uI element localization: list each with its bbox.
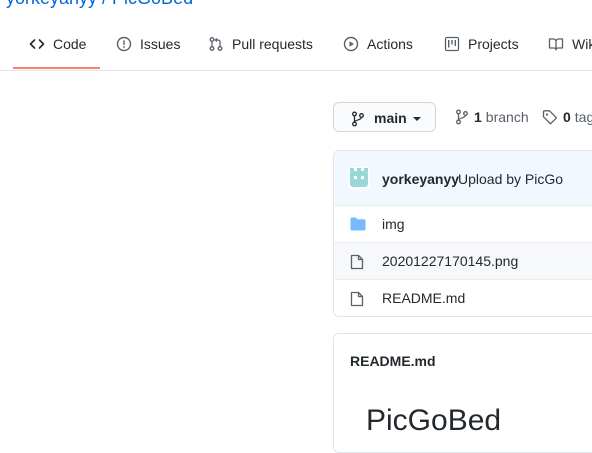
file-icon	[350, 254, 364, 270]
tab-issues-label: Issues	[140, 36, 181, 52]
repo-navigation: Code Issues Pull requests Actions Projec…	[0, 18, 592, 71]
branch-icon	[352, 111, 364, 127]
file-icon	[350, 291, 364, 307]
commit-message-link[interactable]: Upload by PicGo	[458, 171, 563, 187]
tag-count: 0	[563, 109, 571, 125]
code-icon	[29, 39, 45, 49]
branches-link[interactable]: 1 branch	[455, 109, 529, 125]
repo-header-clip: yorkeyanyy / PicGoBed	[0, 0, 592, 8]
project-icon	[444, 36, 460, 52]
branch-name: main	[374, 110, 407, 126]
repo-name-link[interactable]: yorkeyanyy / PicGoBed	[6, 0, 193, 8]
tag-count-label: tags	[574, 109, 592, 125]
play-icon	[343, 36, 359, 52]
selected-tab-indicator	[13, 67, 100, 69]
tab-pull-requests[interactable]: Pull requests	[208, 18, 313, 70]
tab-actions[interactable]: Actions	[343, 18, 413, 70]
readme-heading: PicGoBed	[366, 404, 502, 437]
commit-author-link[interactable]: yorkeyanyy	[382, 171, 459, 187]
tab-projects-label: Projects	[468, 36, 519, 52]
tab-wiki-label: Wiki	[572, 36, 592, 52]
file-row[interactable]: README.md	[334, 279, 592, 316]
tab-issues[interactable]: Issues	[116, 18, 180, 70]
tab-projects[interactable]: Projects	[444, 18, 519, 70]
tab-code[interactable]: Code	[29, 18, 86, 70]
branch-count-label: branch	[485, 109, 529, 125]
file-name-link[interactable]: img	[382, 216, 405, 232]
branch-select-button[interactable]: main	[333, 102, 436, 132]
issue-icon	[116, 36, 132, 52]
tag-icon	[542, 110, 558, 125]
chevron-down-icon	[413, 117, 421, 121]
tab-actions-label: Actions	[367, 36, 413, 52]
latest-commit: yorkeyanyy Upload by PicGo	[334, 151, 592, 206]
tab-wiki[interactable]: Wiki	[548, 18, 592, 70]
folder-icon	[350, 217, 366, 231]
readme-panel: README.md PicGoBed	[333, 333, 592, 453]
branch-count: 1	[474, 109, 482, 125]
book-icon	[548, 38, 564, 51]
file-name-link[interactable]: 20201227170145.png	[382, 253, 518, 269]
file-browser: yorkeyanyy Upload by PicGo img 202012271…	[333, 150, 592, 317]
pull-request-icon	[209, 37, 223, 51]
file-row[interactable]: img	[334, 205, 592, 243]
tags-link[interactable]: 0 tags	[542, 109, 592, 125]
tab-code-label: Code	[53, 36, 87, 52]
file-name-link[interactable]: README.md	[382, 290, 465, 306]
file-row[interactable]: 20201227170145.png	[334, 242, 592, 280]
branch-icon	[456, 109, 468, 125]
tab-pull-requests-label: Pull requests	[232, 36, 313, 52]
avatar[interactable]	[348, 167, 370, 189]
readme-filename: README.md	[350, 353, 436, 369]
